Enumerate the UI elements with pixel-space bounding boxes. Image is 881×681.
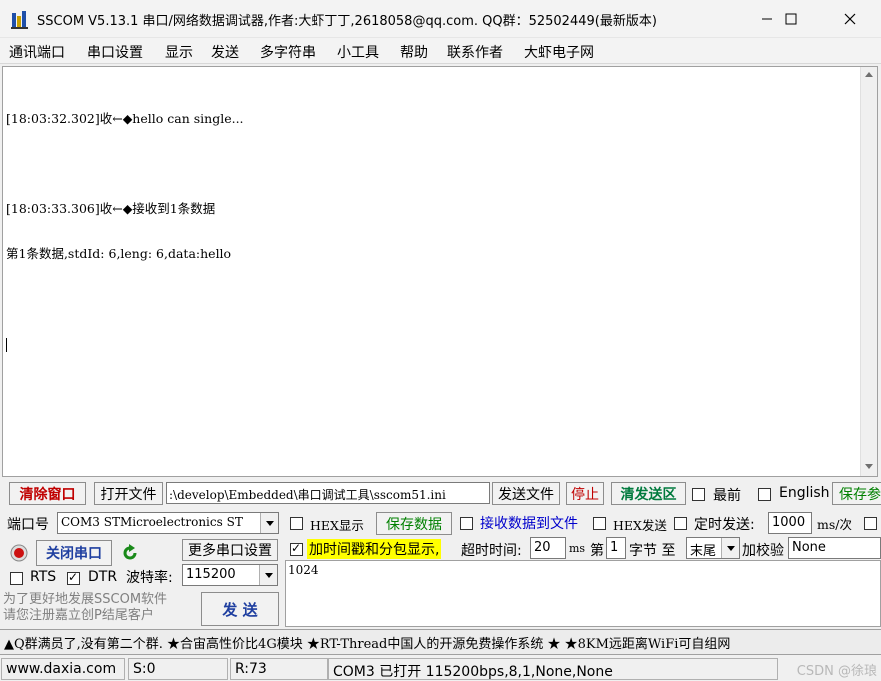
recv-to-file-label[interactable]: 接收数据到文件 bbox=[480, 513, 578, 533]
chevron-down-icon[interactable] bbox=[721, 538, 739, 558]
byte-end-value: 末尾 bbox=[690, 544, 717, 559]
save-params-button[interactable]: 保存参 bbox=[832, 482, 881, 505]
receive-scrollbar[interactable] bbox=[860, 67, 877, 476]
window-title: SSCOM V5.13.1 串口/网络数据调试器,作者:大虾丁丁,2618058… bbox=[37, 14, 657, 29]
file-path-input[interactable]: :\develop\Embedded\串口调试工具\sscom51.ini bbox=[166, 482, 490, 504]
english-label: English bbox=[779, 485, 830, 501]
checksum-value: None bbox=[792, 540, 826, 555]
clear-window-button[interactable]: 清除窗口 bbox=[9, 482, 86, 505]
port-value: COM3 STMicroelectronics ST bbox=[61, 515, 243, 529]
timeout-unit: ms bbox=[569, 542, 586, 555]
scroll-up-icon[interactable] bbox=[865, 72, 873, 77]
promo-text[interactable]: 为了更好地发展SSCOM软件 请您注册嘉立创P结尾客户 bbox=[3, 592, 199, 624]
title-bar: SSCOM V5.13.1 串口/网络数据调试器,作者:大虾丁丁,2618058… bbox=[0, 0, 881, 38]
menu-contact-author[interactable]: 联系作者 bbox=[447, 42, 503, 62]
hex-send-checkbox[interactable] bbox=[593, 517, 606, 530]
refresh-icon[interactable] bbox=[120, 543, 140, 563]
rts-checkbox[interactable] bbox=[10, 572, 23, 585]
byte-range-label: 字节 至 bbox=[629, 543, 676, 559]
send-interval-input[interactable]: 1000 bbox=[768, 512, 812, 534]
status-port-info: COM3 已打开 115200bps,8,1,None,None bbox=[328, 658, 778, 680]
status-website[interactable]: www.daxia.com bbox=[1, 658, 125, 680]
port-panel: 端口号 COM3 STMicroelectronics ST 关闭串口 更多串口… bbox=[0, 508, 284, 628]
menu-serial-settings[interactable]: 串口设置 bbox=[87, 42, 143, 62]
hex-send-label: HEX发送 bbox=[613, 518, 667, 533]
dtr-checkbox[interactable] bbox=[67, 570, 80, 585]
menu-tools[interactable]: 小工具 bbox=[337, 42, 379, 62]
more-serial-settings-button[interactable]: 更多串口设置 bbox=[182, 539, 278, 561]
hex-display-checkbox[interactable] bbox=[290, 517, 303, 530]
save-data-button[interactable]: 保存数据 bbox=[376, 512, 452, 535]
menu-help[interactable]: 帮助 bbox=[400, 42, 428, 62]
timeout-input[interactable]: 20 bbox=[530, 537, 566, 559]
status-sent-count: S:0 bbox=[128, 658, 228, 680]
baud-rate-label: 波特率: bbox=[126, 570, 173, 586]
close-icon bbox=[844, 13, 856, 25]
chevron-down-icon[interactable] bbox=[259, 565, 277, 585]
file-toolbar: 清除窗口 打开文件 :\develop\Embedded\串口调试工具\ssco… bbox=[0, 482, 881, 508]
menu-comm-port[interactable]: 通讯端口 bbox=[9, 42, 65, 62]
checksum-label: 加校验 bbox=[742, 543, 784, 559]
english-checkbox[interactable] bbox=[758, 488, 771, 501]
timestamp-checkbox[interactable] bbox=[290, 541, 303, 556]
receive-area[interactable]: [18:03:32.302]收←◆hello can single... [18… bbox=[2, 66, 878, 477]
receive-text: [18:03:32.302]收←◆hello can single... [18… bbox=[6, 81, 856, 382]
hex-display-label: HEX显示 bbox=[310, 518, 364, 533]
port-select[interactable]: COM3 STMicroelectronics ST bbox=[57, 512, 279, 534]
maximize-icon bbox=[785, 13, 797, 25]
byte-start-input[interactable]: 1 bbox=[606, 537, 626, 559]
receive-line: [18:03:33.306]收←◆接收到1条数据 bbox=[6, 201, 216, 216]
promo-line: 请您注册嘉立创P结尾客户 bbox=[3, 608, 154, 623]
timed-send-label: 定时发送: bbox=[694, 517, 755, 533]
dtr-label: DTR bbox=[88, 569, 118, 585]
port-label: 端口号 bbox=[7, 517, 49, 533]
app-logo-icon bbox=[11, 11, 28, 29]
always-on-top-checkbox[interactable] bbox=[692, 488, 705, 501]
send-interval-unit: ms/次 bbox=[817, 517, 852, 532]
checksum-select[interactable]: None bbox=[788, 537, 881, 559]
receive-line bbox=[6, 291, 856, 306]
close-button[interactable] bbox=[827, 0, 873, 38]
timed-send-checkbox[interactable] bbox=[674, 517, 687, 530]
receive-line: 第1条数据,stdId: 6,leng: 6,data:hello bbox=[6, 246, 232, 261]
stop-button[interactable]: 停止 bbox=[566, 482, 604, 505]
timeout-label: 超时时间: bbox=[461, 543, 522, 559]
recv-to-file-checkbox[interactable] bbox=[460, 517, 473, 530]
promo-line: 为了更好地发展SSCOM软件 bbox=[3, 592, 168, 607]
menu-daxia-website[interactable]: 大虾电子网 bbox=[524, 42, 594, 62]
receive-line: [18:03:32.302]收←◆hello can single... bbox=[6, 111, 244, 126]
port-status-icon bbox=[10, 544, 28, 562]
scroll-down-icon[interactable] bbox=[865, 464, 873, 469]
byte-prefix-label: 第 bbox=[590, 543, 604, 559]
baud-rate-value: 115200 bbox=[186, 567, 236, 582]
byte-end-select[interactable]: 末尾 bbox=[686, 537, 740, 559]
send-file-button[interactable]: 发送文件 bbox=[492, 482, 560, 505]
baud-rate-select[interactable]: 115200 bbox=[182, 564, 278, 586]
clear-send-button[interactable]: 清发送区 bbox=[611, 482, 686, 505]
receive-line bbox=[6, 156, 856, 171]
watermark: CSDN @徐琅 bbox=[796, 664, 877, 679]
menu-send[interactable]: 发送 bbox=[211, 42, 239, 62]
menu-bar: 通讯端口 串口设置 显示 发送 多字符串 小工具 帮助 联系作者 大虾电子网 bbox=[0, 38, 881, 64]
send-input[interactable]: 1024 bbox=[285, 560, 881, 627]
menu-display[interactable]: 显示 bbox=[165, 42, 193, 62]
ad-bar[interactable]: ▲Q群满员了,没有第二个群. ★合宙高性价比4G模块 ★RT-Thread中国人… bbox=[0, 629, 881, 655]
maximize-button[interactable] bbox=[768, 0, 814, 38]
extra-checkbox[interactable] bbox=[864, 517, 877, 530]
rts-label: RTS bbox=[30, 569, 57, 585]
send-button[interactable]: 发 送 bbox=[201, 592, 279, 626]
always-on-top-label: 最前 bbox=[713, 488, 741, 504]
menu-multi-string[interactable]: 多字符串 bbox=[260, 42, 316, 62]
open-file-button[interactable]: 打开文件 bbox=[94, 482, 163, 505]
status-bar: www.daxia.com S:0 R:73 COM3 已打开 115200bp… bbox=[0, 656, 881, 681]
chevron-down-icon[interactable] bbox=[260, 513, 278, 533]
status-recv-count: R:73 bbox=[230, 658, 328, 680]
text-caret bbox=[6, 336, 856, 352]
close-port-button[interactable]: 关闭串口 bbox=[36, 540, 112, 566]
timestamp-label: 加时间戳和分包显示, bbox=[307, 539, 442, 559]
